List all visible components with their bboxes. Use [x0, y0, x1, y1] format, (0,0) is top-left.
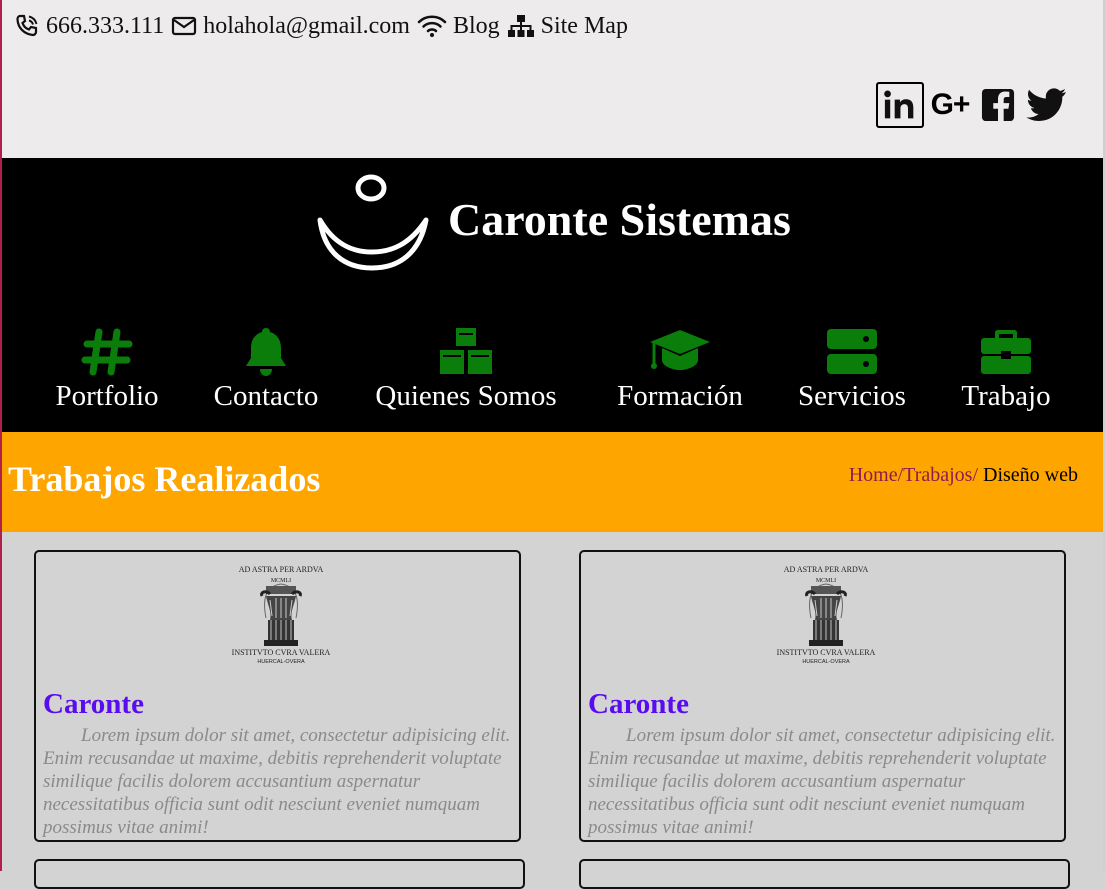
bell-icon	[246, 328, 286, 376]
card-title[interactable]: Caronte	[43, 688, 144, 721]
envelope-icon	[172, 16, 197, 36]
sitemap-icon	[507, 15, 534, 37]
seal-year: MCMLI	[816, 578, 836, 584]
sitemap-label: Site Map	[540, 12, 628, 39]
page-banner: Trabajos Realizados Home/Trabajos/ Diseñ…	[2, 432, 1103, 532]
email-item[interactable]: holahola@gmail.com	[171, 13, 410, 40]
nav-trabajo[interactable]: Trabajo	[956, 326, 1056, 414]
google-plus-icon[interactable]: G+	[928, 83, 972, 127]
hashtag-icon	[81, 328, 133, 376]
briefcase-icon	[981, 330, 1031, 374]
nav-label: Portfolio	[55, 380, 159, 412]
seal-top-text: AD ASTRA PER ARDVA	[239, 565, 324, 574]
work-card[interactable]: AD ASTRA PER ARDVA MCMLI INSTITVTO CVRA …	[579, 550, 1066, 842]
school-seal-logo: AD ASTRA PER ARDVA MCMLI INSTITVTO CVRA …	[232, 565, 331, 665]
nav-servicios[interactable]: Servicios	[792, 326, 912, 414]
card-text: Lorem ipsum dolor sit amet, consectetur …	[588, 725, 1056, 838]
graduation-cap-icon	[650, 330, 710, 370]
seal-town: HUERCAL-OVERA	[802, 659, 850, 665]
nav-formacion[interactable]: Formación	[610, 326, 750, 414]
top-bar: 666.333.111 holahola@gmail.com Blog Site…	[2, 0, 1103, 158]
nav-label: Quienes Somos	[375, 380, 557, 412]
site-header: Caronte Sistemas Portfolio Contacto Quie…	[2, 158, 1103, 432]
contact-row: 666.333.111 holahola@gmail.com Blog Site…	[14, 10, 635, 42]
seal-bottom-text: INSTITVTO CVRA VALERA	[232, 648, 331, 657]
phone-icon	[16, 14, 38, 37]
facebook-icon[interactable]	[976, 83, 1020, 127]
nav-label: Servicios	[798, 380, 906, 412]
nav-label: Contacto	[213, 380, 319, 412]
wifi-icon	[417, 15, 447, 37]
page-title: Trabajos Realizados	[8, 459, 321, 499]
cubes-icon	[440, 328, 492, 374]
brand[interactable]: Caronte Sistemas	[314, 164, 791, 274]
seal-year: MCMLI	[271, 578, 291, 584]
breadcrumb-current: Diseño web	[978, 464, 1078, 486]
main-nav: Portfolio Contacto Quienes Somos Formaci…	[2, 326, 1103, 422]
blog-link[interactable]: Blog	[417, 13, 500, 40]
nav-label: Trabajo	[961, 380, 1051, 412]
breadcrumb-home[interactable]: Home	[849, 464, 898, 486]
social-links: G+	[876, 82, 1068, 128]
smile-logo-icon	[317, 174, 429, 271]
nav-portfolio[interactable]: Portfolio	[52, 326, 162, 414]
work-card-partial[interactable]	[34, 859, 525, 889]
linkedin-icon[interactable]	[876, 82, 924, 128]
breadcrumb-trabajos[interactable]: /Trabajos/	[898, 464, 978, 486]
work-card[interactable]: AD ASTRA PER ARDVA MCMLI INSTITVTO CVRA …	[34, 550, 521, 842]
blog-label: Blog	[452, 12, 500, 39]
seal-bottom-text: INSTITVTO CVRA VALERA	[777, 648, 876, 657]
nav-label: Formación	[617, 380, 743, 412]
seal-top-text: AD ASTRA PER ARDVA	[784, 565, 869, 574]
school-seal-logo: AD ASTRA PER ARDVA MCMLI INSTITVTO CVRA …	[777, 565, 876, 665]
nav-contacto[interactable]: Contacto	[208, 326, 324, 414]
phone-text: 666.333.111	[46, 12, 165, 39]
work-card-partial[interactable]	[579, 859, 1070, 889]
phone-item[interactable]: 666.333.111	[14, 13, 164, 40]
brand-title: Caronte Sistemas	[448, 193, 791, 245]
card-title[interactable]: Caronte	[588, 688, 689, 721]
twitter-icon[interactable]	[1024, 83, 1068, 127]
seal-town: HUERCAL-OVERA	[257, 659, 305, 665]
email-text: holahola@gmail.com	[203, 12, 410, 39]
breadcrumb: Home/Trabajos/ Diseño web	[849, 464, 1078, 487]
card-text: Lorem ipsum dolor sit amet, consectetur …	[43, 725, 511, 838]
nav-quienes-somos[interactable]: Quienes Somos	[368, 326, 564, 414]
sitemap-link[interactable]: Site Map	[507, 13, 628, 40]
server-icon	[827, 329, 877, 374]
